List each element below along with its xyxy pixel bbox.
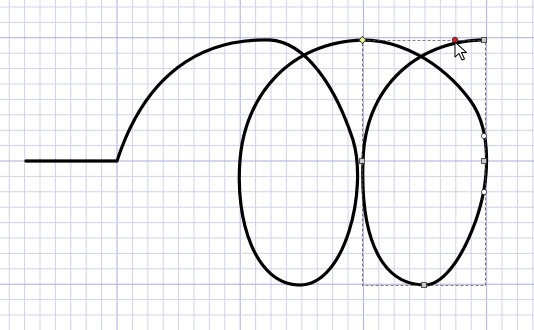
path-node-bottom[interactable] [421, 282, 427, 288]
path-node-middle-left[interactable] [359, 158, 365, 164]
grid-layer [0, 0, 534, 330]
path-node-middle-right[interactable] [481, 158, 487, 164]
node-handles[interactable] [358, 35, 487, 288]
drawing-canvas[interactable] [0, 0, 534, 330]
bezier-handle-upper[interactable] [481, 133, 487, 139]
arrow-pointer-icon [454, 41, 467, 61]
path-node-top-right[interactable] [481, 37, 487, 43]
canvas-svg[interactable] [0, 0, 534, 330]
bezier-handle-lower[interactable] [481, 189, 487, 195]
spiral-path[interactable] [24, 38, 489, 287]
selection-bounding-box [362, 40, 486, 286]
